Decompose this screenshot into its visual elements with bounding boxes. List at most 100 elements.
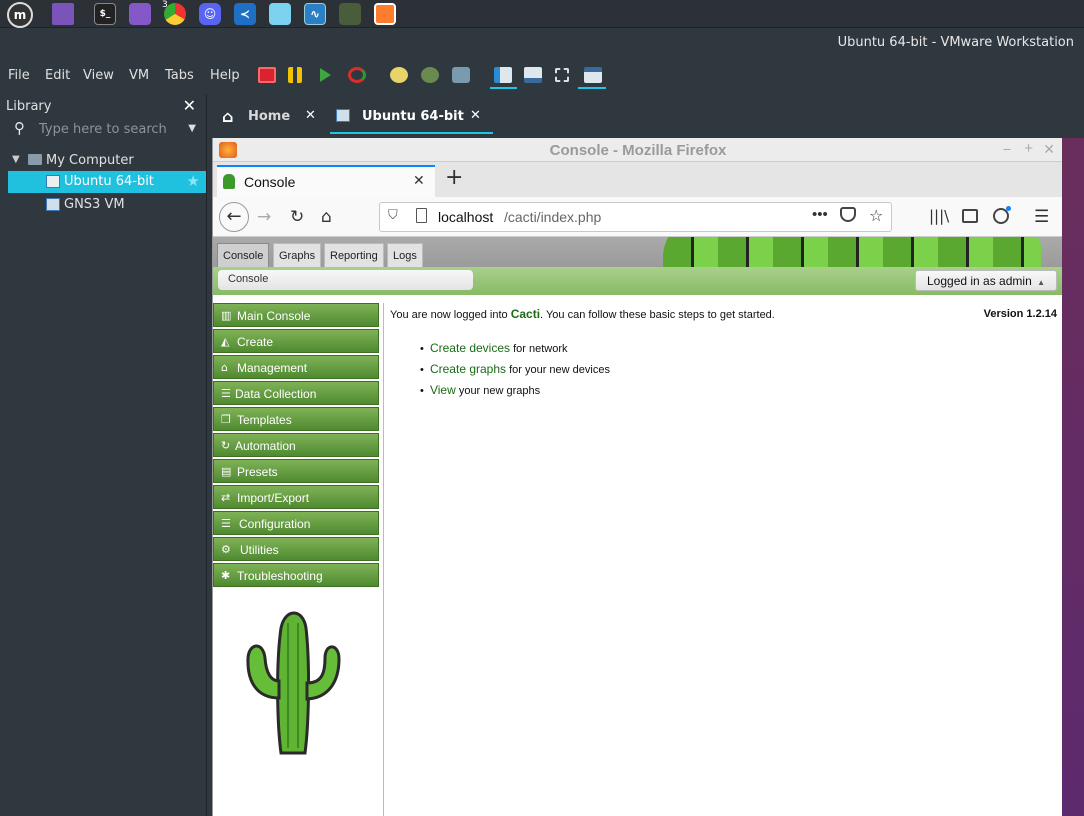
nav-import-export[interactable]: ⇄ Import/Export (213, 485, 379, 509)
chevron-down-icon[interactable]: ▼ (188, 123, 196, 134)
terminal-icon[interactable]: $_ (94, 3, 116, 25)
search-icon: ⚲ (14, 119, 25, 137)
tab-logs[interactable]: Logs (387, 243, 423, 267)
3d-app-icon[interactable] (269, 3, 291, 25)
vmware-icon[interactable] (374, 3, 396, 25)
close-tab-icon[interactable]: ✕ (470, 108, 481, 123)
tab-reporting[interactable]: Reporting (324, 243, 384, 267)
forward-icon[interactable]: → (257, 207, 271, 227)
window-icon[interactable] (52, 3, 74, 25)
close-window-icon[interactable]: ✕ (1043, 141, 1055, 158)
vm-tabbar: ⌂ Home ✕ Ubuntu 64-bit ✕ (212, 100, 1084, 136)
breadcrumb-bar: Console Logged in as admin ▲ (213, 267, 1063, 295)
welcome-post: . You can follow these basic steps to ge… (540, 309, 775, 321)
close-library-icon[interactable]: ✕ (183, 96, 196, 115)
library-search[interactable]: ⚲ Type here to search ▼ (14, 119, 204, 141)
tab-graphs[interactable]: Graphs (273, 243, 322, 267)
nav-troubleshooting[interactable]: ✱ Troubleshooting (213, 563, 379, 587)
close-tab-icon[interactable]: ✕ (413, 173, 425, 189)
nav-automation[interactable]: ↻ Automation (213, 433, 379, 457)
page-actions-icon[interactable]: ••• (812, 206, 828, 223)
favorite-star-icon[interactable]: ★ (187, 172, 200, 190)
pocket-icon[interactable] (840, 207, 856, 222)
nav-management[interactable]: ⌂ Management (213, 355, 379, 379)
create-devices-link[interactable]: Create devices (430, 341, 510, 355)
new-tab-icon[interactable]: + (445, 165, 463, 190)
snapshot-manager-icon[interactable] (452, 67, 470, 83)
nav-templates[interactable]: ❐ Templates (213, 407, 379, 431)
welcome-text: You are now logged into Cacti. You can f… (390, 307, 775, 321)
nav-create[interactable]: ◭ Create (213, 329, 379, 353)
url-bar[interactable]: ⛉ localhost /cacti/index.php ••• ☆ (379, 202, 892, 232)
shield-icon[interactable]: ⛉ (388, 208, 398, 223)
maximize-icon[interactable]: + (1024, 140, 1033, 157)
library-icon[interactable]: |||\ (929, 207, 949, 225)
map-icon: ▥ (221, 309, 232, 322)
nav-main-console[interactable]: ▥ Main Console (213, 303, 379, 327)
revert-snapshot-icon[interactable] (421, 67, 439, 83)
nav-label: Create (237, 335, 274, 349)
bookmark-star-icon[interactable]: ☆ (869, 206, 883, 225)
tab-console[interactable]: Console (217, 243, 270, 267)
folder-icon[interactable] (129, 3, 151, 25)
restart-icon[interactable] (348, 67, 366, 83)
welcome-pre: You are now logged into (390, 309, 511, 321)
home-icon[interactable]: ⌂ (321, 207, 332, 227)
tree-my-computer[interactable]: My Computer (46, 153, 134, 168)
tree-collapse-icon[interactable]: ▼ (12, 154, 20, 165)
nav-utilities[interactable]: ⚙ Utilities (213, 537, 379, 561)
power-off-icon[interactable] (258, 67, 276, 83)
firefox-navbar: ← → ↻ ⌂ ⛉ localhost /cacti/index.php •••… (213, 197, 1063, 237)
hamburger-menu-icon[interactable]: ☰ (1034, 207, 1049, 227)
step-text: your new graphs (455, 385, 541, 397)
logged-in-label: Logged in as admin (927, 274, 1032, 288)
system-monitor-icon[interactable]: ∿ (304, 3, 326, 25)
back-icon[interactable]: ← (219, 202, 249, 232)
nav-label: Automation (235, 439, 296, 453)
nav-configuration[interactable]: ☰ Configuration (213, 511, 379, 535)
cactus-logo-icon (246, 611, 341, 755)
list-item: • Create devices for network (420, 341, 568, 355)
menu-view[interactable]: View (83, 68, 114, 83)
nav-data-collection[interactable]: ☰ Data Collection (213, 381, 379, 405)
menu-help[interactable]: Help (210, 68, 240, 83)
show-library-icon[interactable] (494, 67, 512, 83)
vm-icon (336, 109, 350, 122)
menu-file[interactable]: File (8, 68, 30, 83)
tree-item-ubuntu[interactable]: Ubuntu 64-bit ★ (8, 171, 206, 193)
firefox-tab-console[interactable]: Console ✕ (217, 165, 435, 197)
search-placeholder[interactable]: Type here to search (39, 122, 167, 137)
view-graphs-link[interactable]: View (430, 383, 456, 397)
nav-presets[interactable]: ▤ Presets (213, 459, 379, 483)
discord-icon[interactable]: ☺ (199, 3, 221, 25)
sidebar-icon[interactable] (962, 209, 978, 223)
list-icon: ▤ (221, 465, 232, 478)
nav-label: Troubleshooting (237, 569, 323, 583)
minimize-icon[interactable]: − (1003, 141, 1011, 157)
chart-icon: ◭ (221, 335, 230, 348)
breadcrumb[interactable]: Console (218, 270, 473, 290)
mint-menu-icon[interactable]: m (7, 2, 33, 28)
thumbnail-bar-icon[interactable] (524, 67, 542, 83)
nav-label: Presets (237, 465, 278, 479)
exchange-icon: ⇄ (221, 491, 231, 504)
gns3-icon[interactable] (339, 3, 361, 25)
reload-icon[interactable]: ↻ (290, 207, 304, 227)
fullscreen-icon[interactable] (555, 68, 569, 82)
tree-item-gns3[interactable]: GNS3 VM (64, 197, 125, 212)
tab-ubuntu[interactable]: Ubuntu 64-bit ✕ (330, 100, 493, 134)
cactus-banner (663, 237, 1041, 269)
tab-home[interactable]: ⌂ Home ✕ (212, 100, 327, 134)
menu-edit[interactable]: Edit (45, 68, 70, 83)
pause-icon[interactable] (288, 67, 302, 83)
vscode-icon[interactable]: ≺ (234, 3, 256, 25)
menu-tabs[interactable]: Tabs (165, 68, 194, 83)
computer-icon (28, 154, 42, 165)
console-view-icon[interactable] (584, 67, 602, 83)
create-graphs-link[interactable]: Create graphs (430, 362, 506, 376)
menu-vm[interactable]: VM (129, 68, 149, 83)
logged-in-menu[interactable]: Logged in as admin ▲ (915, 270, 1057, 291)
close-tab-icon[interactable]: ✕ (305, 108, 316, 123)
play-icon[interactable] (320, 68, 331, 82)
snapshot-icon[interactable] (390, 67, 408, 83)
